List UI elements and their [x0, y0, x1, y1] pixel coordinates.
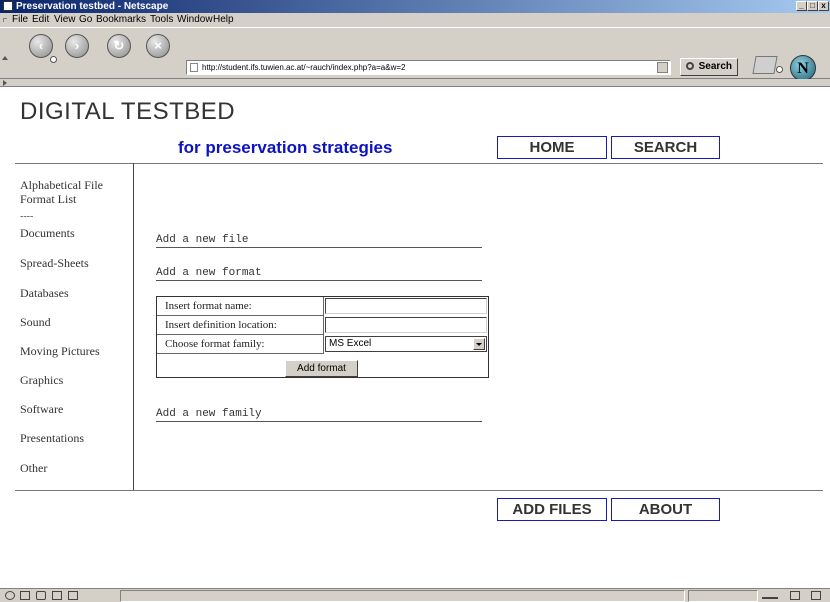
search-button[interactable]: Search	[680, 58, 738, 76]
site-subtitle: for preservation strategies	[178, 138, 393, 157]
navigator-icon[interactable]	[5, 591, 15, 600]
definition-location-label: Insert definition location:	[157, 316, 324, 335]
menu-edit[interactable]: Edit	[32, 13, 49, 27]
online-status-icon[interactable]	[762, 595, 778, 599]
url-field[interactable]: http://student.ifs.tuwien.ac.at/~rauch/i…	[186, 60, 671, 75]
site-title: DIGITAL TESTBED	[20, 98, 236, 125]
sidebar-item-graphics[interactable]: Graphics	[20, 373, 63, 388]
form-row-name: Insert format name:	[157, 297, 488, 316]
menu-bar: File Edit View Go Bookmarks Tools Window…	[0, 13, 830, 27]
top-divider	[15, 163, 823, 164]
nav-about-link[interactable]: ABOUT	[611, 498, 720, 521]
sidebar-item-spreadsheets[interactable]: Spread-Sheets	[20, 256, 89, 271]
status-message-panel	[120, 590, 685, 602]
netscape-window-icon	[3, 1, 13, 11]
format-name-input[interactable]	[325, 298, 487, 314]
nav-search-link[interactable]: SEARCH	[611, 136, 720, 159]
bottom-divider	[15, 490, 823, 491]
offline-icon[interactable]	[790, 591, 800, 600]
search-icon	[686, 62, 694, 70]
netscape-logo-icon[interactable]: N	[790, 55, 816, 81]
sidebar-item-other[interactable]: Other	[20, 461, 47, 476]
instant-messenger-icon[interactable]	[36, 591, 46, 600]
page-icon	[190, 63, 198, 72]
print-icon[interactable]	[752, 56, 778, 74]
address-book-icon[interactable]	[68, 591, 78, 600]
menu-grip-icon	[3, 18, 7, 22]
reload-button[interactable]: ↻	[107, 34, 131, 58]
mail-icon[interactable]	[20, 591, 30, 600]
forward-button[interactable]: ›	[65, 34, 89, 58]
security-lock-icon[interactable]	[811, 591, 821, 600]
minimize-icon[interactable]: _	[796, 1, 807, 11]
definition-location-input[interactable]	[325, 317, 487, 333]
sidebar-divider	[133, 163, 134, 490]
form-row-location: Insert definition location:	[157, 316, 488, 335]
sidebar-item-moving-pictures[interactable]: Moving Pictures	[20, 344, 100, 359]
expand-toolbar-icon[interactable]	[3, 80, 7, 86]
stop-button[interactable]: ×	[146, 34, 170, 58]
sidebar-item-alphabetical-list[interactable]: Alphabetical File Format List	[20, 178, 120, 206]
menu-tools[interactable]: Tools	[150, 13, 173, 27]
sidebar-item-software[interactable]: Software	[20, 402, 63, 417]
sidebar-item-presentations[interactable]: Presentations	[20, 431, 84, 446]
navigation-toolbar: ‹ › ↻ × http://student.ifs.tuwien.ac.at/…	[0, 27, 830, 81]
add-format-button[interactable]: Add format	[285, 360, 358, 377]
url-dropdown-icon[interactable]	[657, 62, 668, 73]
menu-window[interactable]: Window	[177, 13, 213, 27]
format-name-label: Insert format name:	[157, 297, 324, 316]
personal-toolbar	[0, 79, 830, 87]
add-family-link[interactable]: Add a new family	[156, 408, 482, 422]
back-history-icon[interactable]	[50, 56, 57, 63]
nav-add-files-link[interactable]: ADD FILES	[497, 498, 607, 521]
toolbar-collapse-icon[interactable]	[2, 56, 8, 60]
menu-view[interactable]: View	[54, 13, 76, 27]
sidebar-separator: ----	[20, 211, 34, 222]
sidebar-item-databases[interactable]: Databases	[20, 286, 69, 301]
window-title: Preservation testbed - Netscape	[16, 1, 169, 12]
progress-panel	[688, 590, 758, 602]
print-menu-icon[interactable]	[776, 66, 783, 73]
format-family-label: Choose format family:	[157, 335, 324, 354]
add-format-link[interactable]: Add a new format	[156, 267, 482, 281]
status-bar	[0, 588, 830, 602]
search-button-label: Search	[698, 61, 732, 72]
sidebar-item-documents[interactable]: Documents	[20, 226, 75, 241]
menu-bookmarks[interactable]: Bookmarks	[96, 13, 146, 27]
add-file-link[interactable]: Add a new file	[156, 234, 482, 248]
menu-help[interactable]: Help	[213, 13, 234, 27]
url-text: http://student.ifs.tuwien.ac.at/~rauch/i…	[202, 63, 406, 72]
chevron-down-icon[interactable]	[473, 338, 485, 350]
nav-home-link[interactable]: HOME	[497, 136, 607, 159]
menu-file[interactable]: File	[12, 13, 28, 27]
format-family-select[interactable]: MS Excel	[325, 336, 487, 352]
maximize-icon[interactable]: □	[807, 1, 818, 11]
format-family-value: MS Excel	[329, 338, 372, 349]
sidebar-item-sound[interactable]: Sound	[20, 315, 51, 330]
back-button[interactable]: ‹	[29, 34, 53, 58]
form-row-family: Choose format family: MS Excel	[157, 335, 488, 354]
composer-icon[interactable]	[52, 591, 62, 600]
window-title-bar[interactable]: Preservation testbed - Netscape _ □ x	[0, 0, 830, 13]
close-icon[interactable]: x	[818, 1, 829, 11]
menu-go[interactable]: Go	[79, 13, 92, 27]
